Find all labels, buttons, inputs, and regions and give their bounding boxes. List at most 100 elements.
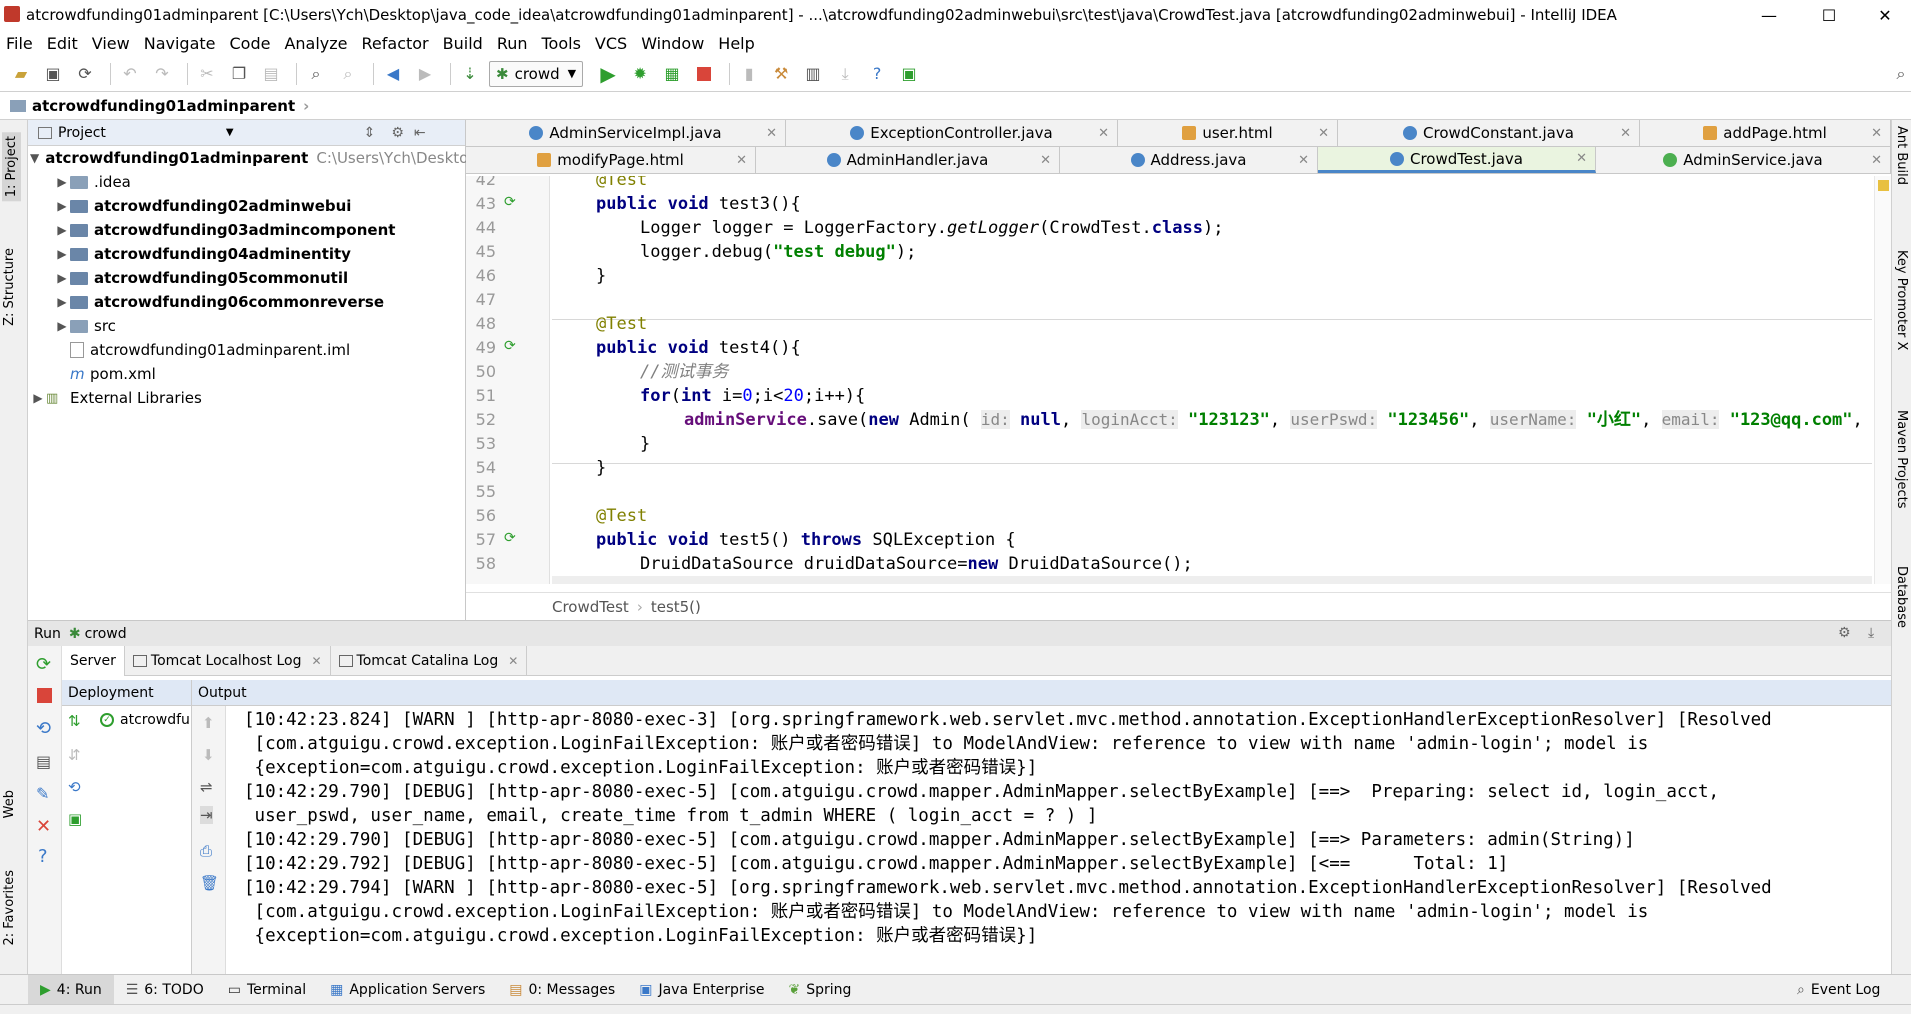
copy-icon[interactable]: ❐ [226,61,252,87]
maximize-button[interactable]: ☐ [1806,0,1852,30]
tab-modifypage-html[interactable]: modifyPage.html ✕ [466,147,756,173]
attach-icon[interactable]: ▮ [736,61,762,87]
close-icon[interactable]: ✕ [1040,153,1051,168]
tab-server[interactable]: Server [62,645,125,676]
console-output[interactable]: [10:42:23.824] [WARN ] [http-apr-8080-ex… [244,708,1889,974]
menu-view[interactable]: View [92,34,130,53]
scroll-up-icon[interactable]: ⬆ [202,714,215,732]
tree-item-pom[interactable]: m pom.xml [28,362,465,386]
hide-panel-icon[interactable]: ⇤ [414,125,426,141]
tree-root[interactable]: ▼ atcrowdfunding01adminparent C:\Users\Y… [28,146,468,170]
minimize-button[interactable]: — [1746,0,1792,30]
menu-vcs[interactable]: VCS [595,34,627,53]
artifact-icon[interactable]: ▣ [68,810,82,828]
chevron-down-icon[interactable]: ▼ [226,127,234,138]
tree-item-idea[interactable]: ▶ .idea [28,170,465,194]
tab-crowdtest[interactable]: CrowdTest.java ✕ [1318,147,1596,173]
close-icon[interactable]: ✕ [1871,126,1882,141]
tab-favorites[interactable]: 2: Favorites [2,870,17,946]
tab-application-servers[interactable]: ▦ Application Servers [318,975,497,1005]
help-icon[interactable]: ? [864,61,890,87]
undo-icon[interactable]: ↶ [117,61,143,87]
close-icon[interactable]: ✕ [766,126,777,141]
open-folder-icon[interactable]: ▰ [8,61,34,87]
editor-scrollbar[interactable] [1874,176,1891,584]
menu-tools[interactable]: Tools [542,34,581,53]
menu-window[interactable]: Window [641,34,704,53]
rerun-icon[interactable]: ⟳ [36,654,51,675]
run-test-icon[interactable]: ⟳ [504,194,516,210]
tree-item-module[interactable]: ▶ atcrowdfunding06commonreverse [28,290,465,314]
chevron-right-icon[interactable]: ▶ [54,223,70,237]
menu-help[interactable]: Help [718,34,754,53]
tab-adminhandler[interactable]: AdminHandler.java ✕ [756,147,1060,173]
chevron-right-icon[interactable]: ▶ [54,319,70,333]
tree-item-module[interactable]: ▶ atcrowdfunding03admincomponent [28,218,465,242]
redo-icon[interactable]: ↷ [149,61,175,87]
chevron-down-icon[interactable]: ▼ [30,151,39,165]
coverage-icon[interactable]: ▦ [659,61,685,87]
build-icon[interactable]: ⇣ [457,61,483,87]
close-icon[interactable]: ✕ [1298,153,1309,168]
run-icon[interactable]: ▶ [595,61,621,87]
debug-icon[interactable]: ✹ [627,61,653,87]
close-icon[interactable]: ✕ [1576,151,1587,166]
menu-file[interactable]: File [6,34,33,53]
download-icon[interactable]: ⤓ [832,61,858,87]
layout-icon[interactable]: ▤ [36,752,51,771]
close-icon[interactable]: ✕ [736,153,747,168]
tab-ant-build[interactable]: Ant Build [1894,126,1909,185]
chevron-right-icon[interactable]: ▶ [30,391,46,405]
menu-edit[interactable]: Edit [47,34,78,53]
tab-tomcat-catalina-log[interactable]: Tomcat Catalina Log ✕ [331,645,528,676]
deployment-item[interactable]: ✓ atcrowdfu [100,712,190,728]
collapse-all-icon[interactable]: ⇕ [364,125,376,141]
close-icon[interactable]: ✕ [1098,126,1109,141]
replace-icon[interactable]: ⌕ [335,61,361,87]
stop-icon[interactable] [37,688,52,703]
tab-terminal[interactable]: ▭ Terminal [216,975,318,1005]
menu-build[interactable]: Build [443,34,483,53]
tab-structure[interactable]: Z: Structure [2,248,17,326]
back-icon[interactable]: ◀ [380,61,406,87]
tab-java-enterprise[interactable]: ▣ Java Enterprise [627,975,776,1005]
save-icon[interactable]: ▣ [40,61,66,87]
close-button[interactable]: ✕ [1862,0,1908,30]
stop-icon[interactable] [691,61,717,87]
gear-icon[interactable]: ⚙ [1838,625,1851,641]
tree-item-iml[interactable]: atcrowdfunding01adminparent.iml [28,338,465,362]
tree-item-module[interactable]: ▶ atcrowdfunding02adminwebui [28,194,465,218]
gear-icon[interactable]: ⚙ [391,125,404,141]
vcs-icon[interactable]: ▣ [896,61,922,87]
paste-icon[interactable]: ▤ [258,61,284,87]
close-icon[interactable]: ✕ [1620,126,1631,141]
tab-todo[interactable]: ☰ 6: TODO [114,975,216,1005]
soft-wrap-icon[interactable]: ⇌ [200,778,213,796]
tab-addpage-html[interactable]: addPage.html ✕ [1640,120,1891,146]
tab-maven-projects[interactable]: Maven Projects [1894,410,1909,509]
hide-panel-icon[interactable]: ⤓ [1868,625,1874,641]
tab-crowdconstant[interactable]: CrowdConstant.java ✕ [1338,120,1640,146]
menu-refactor[interactable]: Refactor [362,34,429,53]
close-icon[interactable]: ✕ [1318,126,1329,141]
tab-database[interactable]: Database [1894,566,1909,628]
close-icon[interactable]: ✕ [508,654,518,668]
tab-web[interactable]: Web [2,790,17,818]
tree-item-module[interactable]: ▶ atcrowdfunding05commonutil [28,266,465,290]
print-icon[interactable]: ⎙ [200,842,212,860]
refresh-icon[interactable]: ⟲ [68,778,81,796]
tab-address[interactable]: Address.java ✕ [1060,147,1318,173]
tab-adminserviceimpl[interactable]: AdminServiceImpl.java ✕ [466,120,786,146]
menu-navigate[interactable]: Navigate [144,34,216,53]
tab-spring[interactable]: ❦ Spring [777,975,864,1005]
tab-run[interactable]: ▶ 4: Run [28,974,114,1005]
close-icon[interactable]: ✕ [311,654,321,668]
run-config-name[interactable]: crowd [85,626,127,642]
undeploy-icon[interactable]: ⇵ [68,746,81,764]
chevron-right-icon[interactable]: ▶ [54,295,70,309]
chevron-right-icon[interactable]: ▶ [54,175,70,189]
tab-tomcat-localhost-log[interactable]: Tomcat Localhost Log ✕ [125,645,331,676]
scroll-to-end-icon[interactable]: ⇥ [200,806,213,824]
deploy-icon[interactable]: ⇅ [68,712,81,730]
cut-icon[interactable]: ✂ [194,61,220,87]
